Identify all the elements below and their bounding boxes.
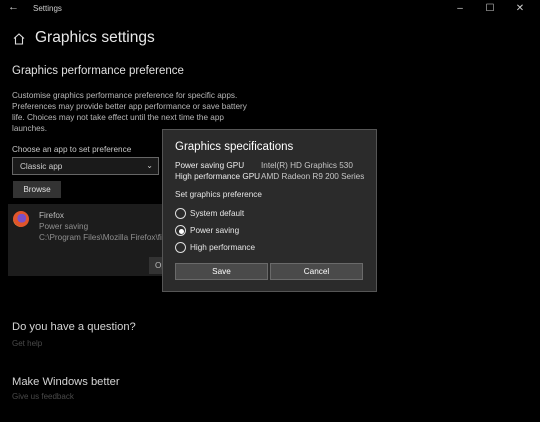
spec-value-power-saving: Intel(R) HD Graphics 530 [261,161,353,170]
give-feedback-link[interactable]: Give us feedback [12,392,74,401]
app-preference: Power saving [39,222,89,231]
maximize-button[interactable]: ☐ [479,2,501,16]
set-preference-label: Set graphics preference [175,190,262,199]
feedback-heading: Make Windows better [12,376,120,388]
cancel-button[interactable]: Cancel [270,263,363,280]
save-button[interactable]: Save [175,263,268,280]
radio-circle [175,242,186,253]
back-arrow-icon[interactable]: ← [8,1,19,13]
dialog-title: Graphics specifications [175,141,294,153]
firefox-icon [13,211,29,227]
radio-selected-dot [179,229,184,234]
radio-label: System default [190,209,245,218]
home-icon[interactable] [12,32,26,46]
minimize-button[interactable]: – [449,2,471,16]
section-description: Customise graphics performance preferenc… [12,91,247,133]
graphics-specifications-dialog: Graphics specifications Power saving GPU… [162,129,377,292]
radio-circle [175,225,186,236]
spec-value-high-performance: AMD Radeon R9 200 Series [261,172,365,181]
close-button[interactable]: ✕ [509,2,531,16]
title-bar: ← Settings – ☐ ✕ [0,0,540,18]
app-name: Firefox [39,211,65,220]
chevron-down-icon: ⌄ [146,161,153,170]
dropdown-value: Classic app [20,162,63,171]
radio-label: High performance [190,243,256,252]
window-title: Settings [33,4,62,13]
get-help-link[interactable]: Get help [12,339,42,348]
section-title: Graphics performance preference [12,65,184,77]
radio-circle [175,208,186,219]
choose-app-label: Choose an app to set preference [12,145,132,154]
spec-label-power-saving: Power saving GPU [175,161,245,170]
browse-button[interactable]: Browse [13,181,61,198]
app-type-dropdown[interactable]: Classic app ⌄ [12,157,159,175]
spec-label-high-performance: High performance GPU [175,172,261,181]
app-list-item[interactable]: Firefox Power saving C:\Program Files\Mo… [8,204,183,276]
page-title: Graphics settings [35,29,155,46]
question-heading: Do you have a question? [12,321,136,333]
radio-label: Power saving [190,226,240,235]
